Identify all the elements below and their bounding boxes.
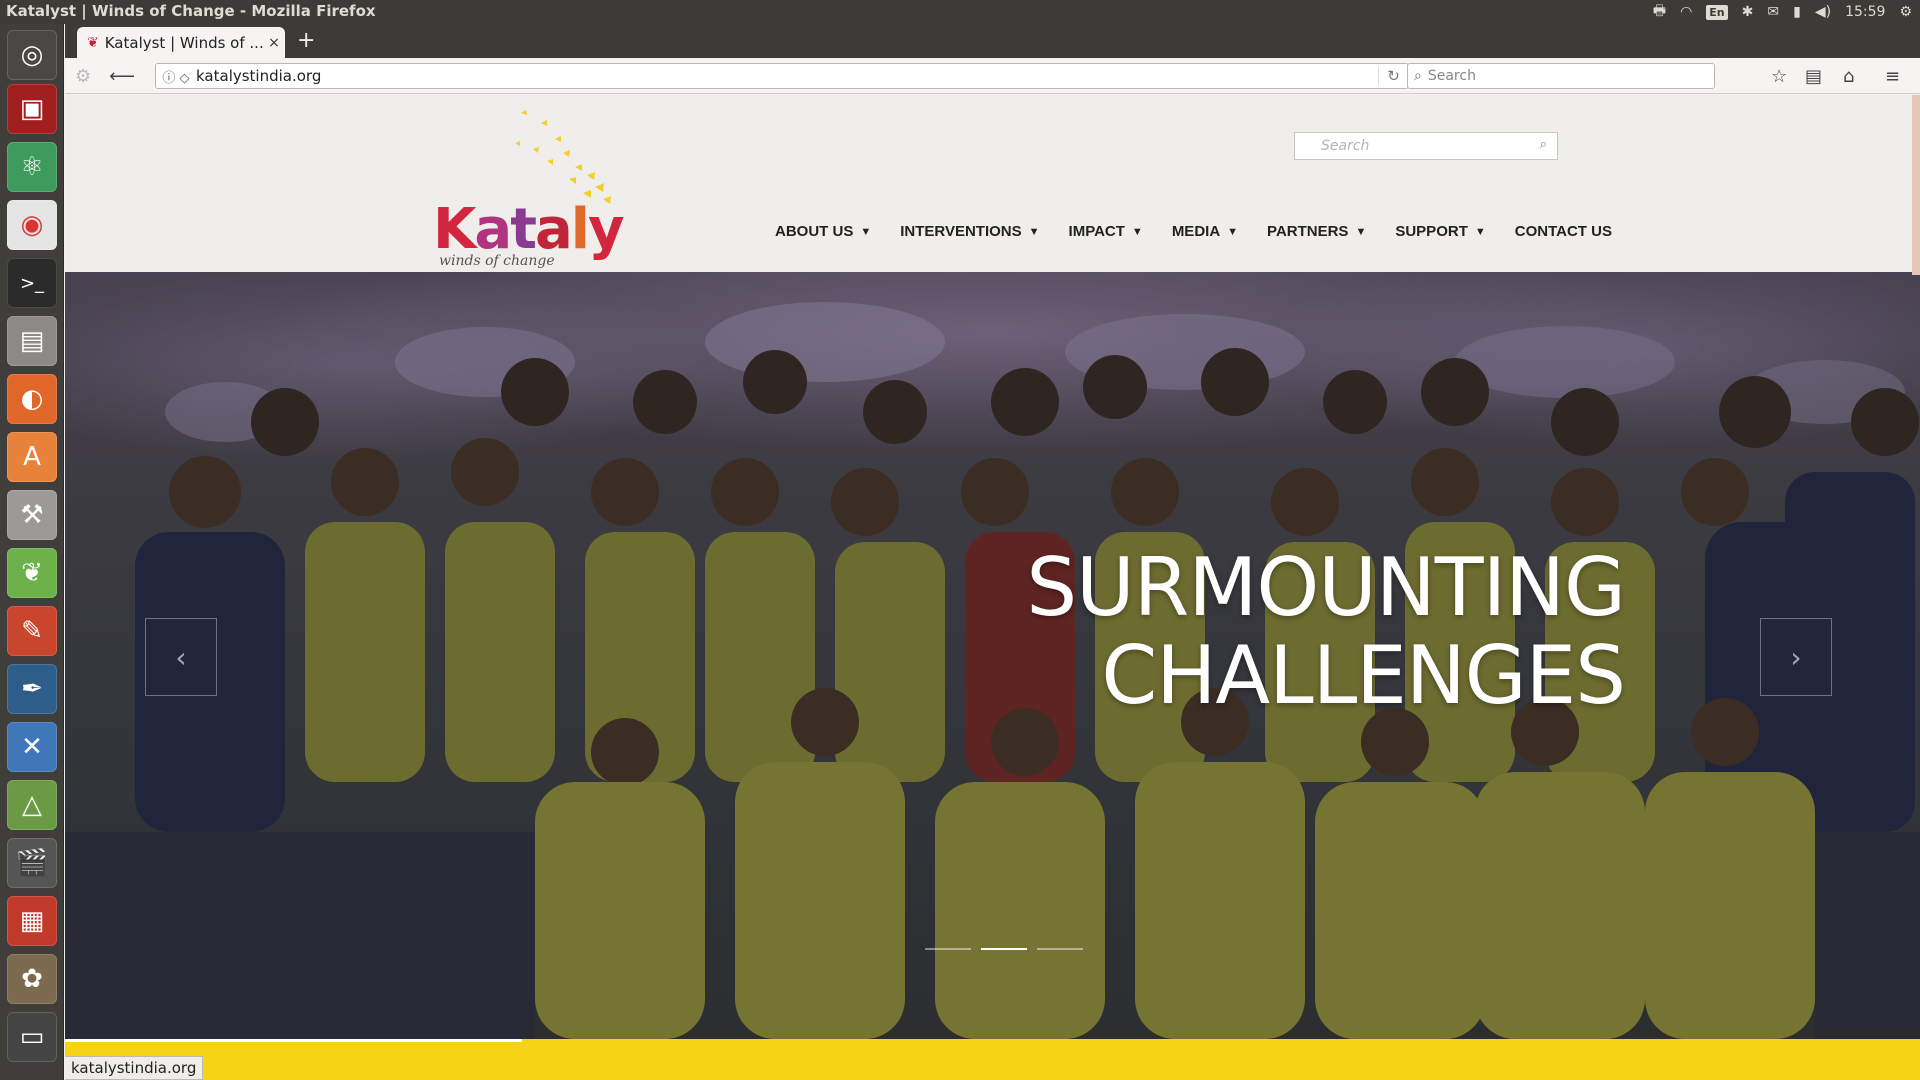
- menu-item-interventions[interactable]: INTERVENTIONS ▼: [900, 223, 1039, 240]
- screen-recorder-icon[interactable]: ▣: [7, 84, 57, 134]
- slide-dot-1[interactable]: [925, 948, 971, 950]
- yellow-section-band: [65, 1039, 1920, 1080]
- menu-label: PARTNERS: [1267, 223, 1349, 240]
- logo-tagline: winds of change: [439, 253, 555, 269]
- window-title: Katalyst | Winds of Change - Mozilla Fir…: [6, 2, 376, 20]
- geogebra-icon[interactable]: △: [7, 780, 57, 830]
- browser-search-bar[interactable]: ⌕ Search: [1407, 63, 1715, 89]
- usb-drive-icon[interactable]: ▭: [7, 1012, 57, 1062]
- atom-editor-icon[interactable]: ⚛: [7, 142, 57, 192]
- terminal-icon[interactable]: >_: [7, 258, 57, 308]
- chevron-down-icon: ▼: [860, 225, 872, 238]
- volume-icon[interactable]: ◀): [1815, 4, 1831, 20]
- back-button[interactable]: ⟵: [105, 64, 139, 88]
- menu-label: INTERVENTIONS: [900, 223, 1022, 240]
- gear-icon[interactable]: ⚙: [1899, 4, 1912, 20]
- keyboard-layout-indicator[interactable]: En: [1706, 4, 1728, 20]
- ubuntu-dash-icon[interactable]: ◎: [7, 30, 57, 80]
- menu-label: CONTACT US: [1514, 223, 1612, 240]
- chevron-down-icon: ▼: [1131, 225, 1143, 238]
- slider-pagination: [925, 948, 1083, 950]
- software-center-icon[interactable]: A: [7, 432, 57, 482]
- document-viewer-icon[interactable]: ▦: [7, 896, 57, 946]
- gimp-icon[interactable]: ✿: [7, 954, 57, 1004]
- history-back-disabled-icon: ⚙: [75, 65, 92, 87]
- site-search-placeholder: Search: [1321, 138, 1370, 154]
- hero-slider: SURMOUNTING CHALLENGES ‹ ›: [65, 272, 1920, 1039]
- page-load-indicator: [65, 1039, 522, 1042]
- clock[interactable]: 15:59: [1845, 4, 1885, 20]
- chevron-down-icon: ▼: [1028, 225, 1040, 238]
- menu-item-impact[interactable]: IMPACT ▼: [1069, 223, 1143, 240]
- site-search-input[interactable]: Search ⌕: [1294, 132, 1558, 160]
- slide-dot-3[interactable]: [1037, 948, 1083, 950]
- hamburger-menu-icon[interactable]: ≡: [1885, 64, 1900, 88]
- link-status-bar: katalystindia.org: [65, 1056, 204, 1080]
- menu-item-contact-us[interactable]: CONTACT US: [1515, 223, 1612, 240]
- search-icon[interactable]: ⌕: [1540, 137, 1547, 152]
- chevron-down-icon: ▼: [1355, 225, 1367, 238]
- chevron-down-icon: ▼: [1227, 225, 1239, 238]
- search-icon: ⌕: [1414, 68, 1422, 84]
- pencil-app-icon[interactable]: ✎: [7, 606, 57, 656]
- menu-label: MEDIA: [1171, 223, 1221, 240]
- top-panel: Katalyst | Winds of Change - Mozilla Fir…: [0, 0, 1920, 24]
- reload-icon[interactable]: ↻: [1378, 67, 1408, 85]
- slider-prev-button[interactable]: ‹: [145, 618, 217, 696]
- slider-next-button[interactable]: ›: [1760, 618, 1832, 696]
- menu-label: ABOUT US: [775, 223, 854, 240]
- tab-katalyst[interactable]: ❦ Katalyst | Winds of ... ×: [77, 27, 285, 58]
- video-editor-icon[interactable]: 🎬: [7, 838, 57, 888]
- menu-item-media[interactable]: MEDIA ▼: [1172, 223, 1238, 240]
- leaf-app-icon[interactable]: ❦: [7, 548, 57, 598]
- hero-headline: SURMOUNTING CHALLENGES: [905, 541, 1626, 722]
- system-settings-icon[interactable]: ⚒: [7, 490, 57, 540]
- new-tab-button[interactable]: +: [297, 28, 315, 53]
- chevron-right-icon: ›: [1790, 640, 1802, 674]
- navigation-bar: ⚙ ⟵ ⓘ ◇ katalystindia.org ↻ ⌕ Search ☆ ▤…: [65, 58, 1920, 94]
- url-text[interactable]: katalystindia.org: [196, 67, 1378, 85]
- bookmark-star-icon[interactable]: ☆: [1771, 64, 1787, 88]
- butterflies-icon: [515, 110, 611, 204]
- menu-label: SUPPORT: [1395, 223, 1468, 240]
- katalyst-favicon-icon: ❦: [87, 34, 99, 51]
- headline-line-1: SURMOUNTING: [1026, 541, 1626, 634]
- tab-close-icon[interactable]: ×: [263, 35, 285, 51]
- slide-dot-2[interactable]: [981, 948, 1027, 950]
- firefox-icon[interactable]: ◐: [7, 374, 57, 424]
- wifi-icon[interactable]: ◠: [1680, 4, 1692, 20]
- headline-line-2: CHALLENGES: [1101, 629, 1626, 722]
- xfig-icon[interactable]: ✕: [7, 722, 57, 772]
- indicator-area: 🖶 ◠ En ✱ ✉ ▮ ◀) 15:59 ⚙: [1653, 0, 1912, 24]
- chrome-icon[interactable]: ◉: [7, 200, 57, 250]
- menu-label: IMPACT: [1068, 223, 1125, 240]
- menu-item-partners[interactable]: PARTNERS ▼: [1267, 223, 1366, 240]
- url-bar[interactable]: ⓘ ◇ katalystindia.org ↻: [155, 63, 1409, 89]
- katalyst-logo[interactable]: Katalyst winds of change: [433, 109, 633, 327]
- site-header: Katalyst winds of change Search ⌕ ABOUT …: [65, 95, 1920, 327]
- chevron-down-icon: ▼: [1474, 225, 1486, 238]
- main-menu: ABOUT US ▼ INTERVENTIONS ▼ IMPACT ▼ MEDIA ▼ …: [775, 223, 1612, 240]
- page-viewport: Katalyst winds of change Search ⌕ ABOUT …: [65, 95, 1920, 1080]
- bluetooth-icon[interactable]: ✱: [1742, 4, 1754, 20]
- tab-title: Katalyst | Winds of ...: [104, 33, 263, 52]
- chevron-left-icon: ‹: [175, 640, 187, 674]
- site-info-icon[interactable]: ⓘ ◇: [156, 67, 196, 86]
- browser-search-placeholder: Search: [1427, 68, 1476, 84]
- menu-item-about-us[interactable]: ABOUT US ▼: [775, 223, 871, 240]
- mail-icon[interactable]: ✉: [1767, 4, 1779, 20]
- tab-bar: ❦ Katalyst | Winds of ... × +: [65, 24, 1920, 58]
- files-icon[interactable]: ▤: [7, 316, 57, 366]
- menu-item-support[interactable]: SUPPORT ▼: [1395, 223, 1485, 240]
- bookmarks-menu-icon[interactable]: ▤: [1805, 64, 1822, 88]
- inkscape-icon[interactable]: ✒: [7, 664, 57, 714]
- home-icon[interactable]: ⌂: [1843, 64, 1854, 88]
- printer-icon[interactable]: 🖶: [1653, 0, 1666, 24]
- battery-icon[interactable]: ▮: [1793, 4, 1801, 20]
- page-scrollbar[interactable]: [1912, 95, 1920, 275]
- launcher: ◎ ▣ ⚛ ◉ >_ ▤ ◐ A ⚒ ❦ ✎ ✒ ✕ △ 🎬 ▦ ✿ ▭: [0, 24, 64, 1080]
